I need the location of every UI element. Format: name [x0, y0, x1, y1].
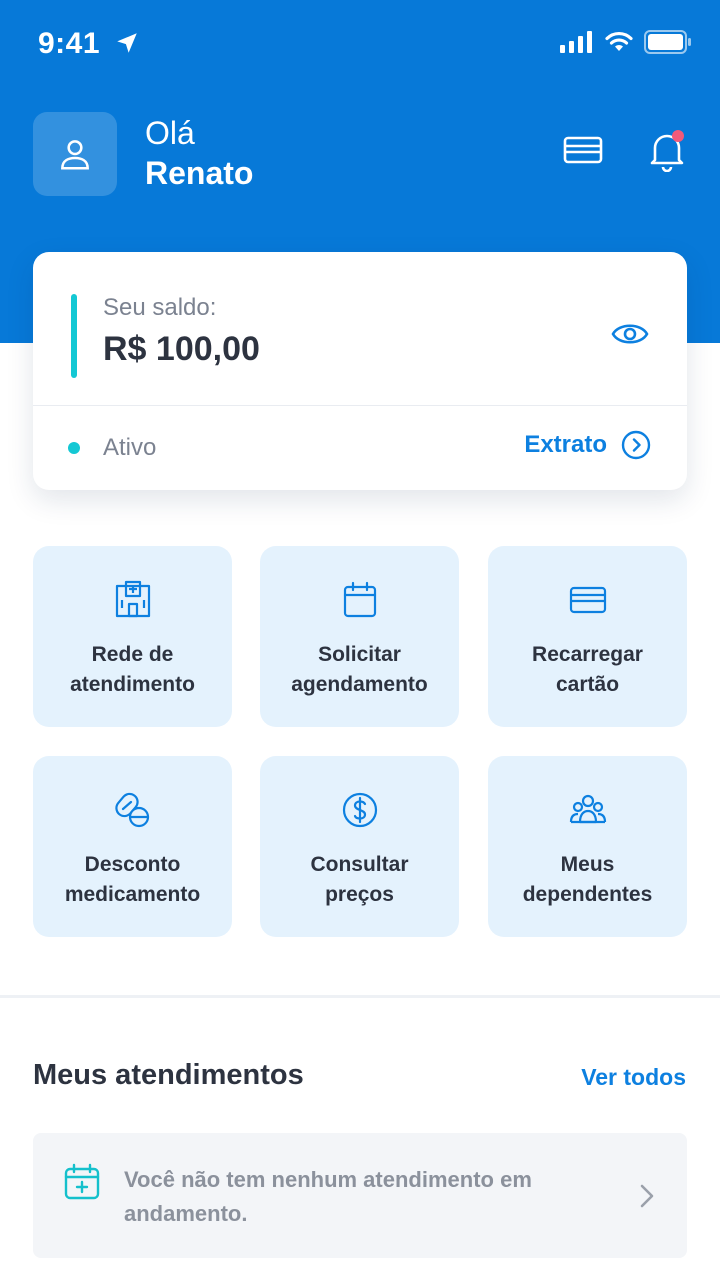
tile-consultar-precos[interactable]: Consultar preços: [260, 756, 459, 937]
status-indicators: [560, 30, 692, 59]
balance-value: R$ 100,00: [103, 330, 260, 368]
user-name: Renato: [145, 155, 254, 191]
section-divider: [0, 995, 720, 998]
balance-status: Ativo: [103, 434, 157, 461]
pills-icon: [33, 790, 232, 830]
tile-meus-dependentes[interactable]: Meus dependentes: [488, 756, 687, 937]
greeting-block: Olá Renato: [145, 114, 253, 194]
eye-icon[interactable]: [611, 320, 649, 353]
status-time: 9:41: [38, 27, 101, 60]
tile-label: Meus dependentes: [522, 853, 653, 906]
statement-label: Extrato: [524, 431, 607, 458]
tile-label: Solicitar agendamento: [291, 643, 428, 696]
empty-appointments-card[interactable]: Você não tem nenhum atendimento em andam…: [33, 1133, 687, 1258]
see-all-link[interactable]: Ver todos: [581, 1064, 686, 1091]
user-icon: [61, 140, 89, 170]
greeting-text: Olá: [145, 115, 195, 151]
dollar-icon: [260, 790, 459, 830]
medical-calendar-icon: [63, 1163, 101, 1206]
tile-label: Rede de atendimento: [70, 643, 195, 696]
status-dot: [68, 442, 80, 454]
avatar[interactable]: [33, 112, 117, 196]
tile-recarregar-cartao[interactable]: Recarregar cartão: [488, 546, 687, 727]
chevron-right-circle-icon: [621, 430, 651, 460]
hospital-icon: [33, 580, 232, 620]
location-arrow-icon: [114, 30, 140, 61]
tile-rede-atendimento[interactable]: Rede de atendimento: [33, 546, 232, 727]
tile-label: Desconto medicamento: [64, 853, 201, 906]
signal-icon: [560, 31, 594, 58]
notification-bell-icon[interactable]: [647, 128, 687, 177]
card-icon: [488, 580, 687, 620]
empty-message: Você não tem nenhum atendimento em andam…: [124, 1167, 532, 1226]
tile-label: Recarregar cartão: [532, 643, 643, 696]
people-icon: [488, 790, 687, 830]
balance-card: Seu saldo: R$ 100,00 Ativo Extrato: [33, 252, 687, 490]
chevron-right-icon: [639, 1183, 655, 1214]
tile-desconto-medicamento[interactable]: Desconto medicamento: [33, 756, 232, 937]
card-icon[interactable]: [563, 134, 603, 171]
calendar-icon: [260, 580, 459, 620]
balance-divider: [33, 405, 687, 406]
battery-icon: [644, 30, 692, 59]
tile-solicitar-agendamento[interactable]: Solicitar agendamento: [260, 546, 459, 727]
balance-label: Seu saldo:: [103, 294, 217, 321]
balance-accent-bar: [71, 294, 77, 378]
statement-link[interactable]: Extrato: [524, 430, 651, 460]
wifi-icon: [604, 31, 634, 58]
appointments-title: Meus atendimentos: [33, 1059, 304, 1091]
status-bar: 9:41: [0, 0, 720, 90]
tile-label: Consultar preços: [310, 853, 409, 906]
